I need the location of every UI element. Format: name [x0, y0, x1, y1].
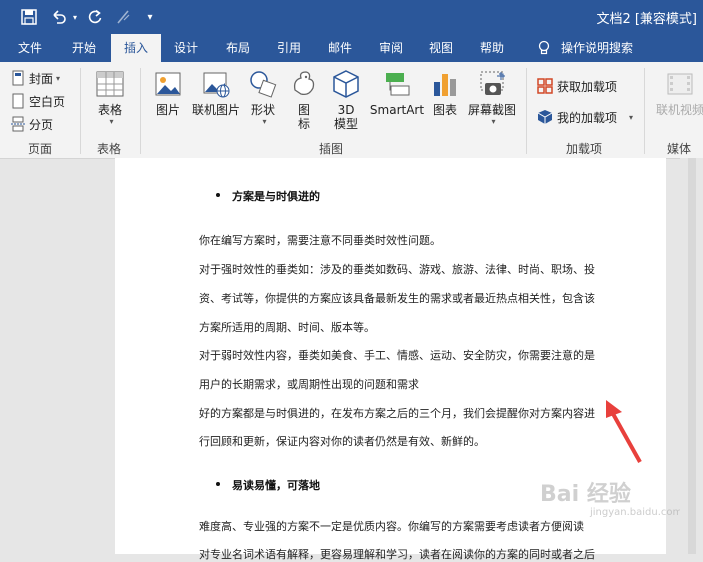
bullet-icon: [216, 193, 220, 197]
icons-icon: [293, 71, 315, 96]
picture-icon: [155, 72, 181, 96]
baidu-watermark: Bai 经验: [540, 482, 631, 507]
redo-icon[interactable]: [84, 7, 106, 27]
cover-page-button[interactable]: 封面 ▾: [10, 68, 60, 88]
group-label-pages: 页面: [28, 142, 53, 156]
undo-dropdown-icon[interactable]: ▾: [70, 7, 80, 27]
blank-page-button[interactable]: 空白页: [10, 91, 65, 111]
tab-home[interactable]: 开始: [62, 34, 106, 62]
title-bar: ▾ ▾ 文档2 [兼容模式]: [0, 0, 703, 34]
vertical-scrollbar[interactable]: [680, 158, 703, 554]
my-addins-icon: [537, 110, 553, 124]
tab-help[interactable]: 帮助: [470, 34, 514, 62]
tab-review[interactable]: 审阅: [369, 34, 413, 62]
lightbulb-icon[interactable]: [532, 34, 556, 62]
group-separator: [526, 68, 527, 154]
group-separator: [80, 68, 81, 154]
tab-view[interactable]: 视图: [419, 34, 463, 62]
red-arrow-annotation: [606, 400, 642, 463]
ribbon-tabs: 文件 开始 插入 设计 布局 引用 邮件 审阅 视图 帮助 操作说明搜索: [0, 34, 703, 62]
group-label-addins: 加载项: [566, 142, 603, 156]
cover-page-icon: [12, 70, 24, 86]
3d-models-button[interactable]: 3D 模型: [328, 68, 364, 131]
customize-icon[interactable]: ▾: [142, 7, 158, 27]
tab-mailings[interactable]: 邮件: [318, 34, 362, 62]
heading-1: 方案是与时俱进的: [232, 190, 320, 203]
chart-button[interactable]: 图表: [428, 68, 462, 117]
group-label-media: 媒体: [667, 142, 692, 156]
page-break-button[interactable]: 分页: [10, 114, 53, 134]
store-icon: [537, 78, 553, 94]
tab-insert[interactable]: 插入: [111, 34, 161, 62]
tab-layout[interactable]: 布局: [216, 34, 260, 62]
table-icon: [96, 71, 124, 97]
bullet-icon: [216, 482, 220, 486]
shapes-icon: [250, 71, 277, 98]
cube-icon: [333, 70, 359, 98]
online-picture-icon: [203, 72, 230, 98]
group-separator: [644, 68, 645, 154]
save-icon[interactable]: [18, 7, 40, 27]
window-title: 文档2 [兼容模式]: [596, 12, 697, 27]
scrollbar-track[interactable]: [688, 158, 696, 554]
watermark-url: jingyan.baidu.com: [590, 507, 683, 518]
page-break-icon: [11, 116, 25, 132]
blank-page-icon: [12, 93, 24, 109]
tab-file[interactable]: 文件: [8, 34, 52, 62]
paragraph-line: 你在编写方案时，需要注意不同垂类时效性问题。: [199, 234, 441, 247]
tab-design[interactable]: 设计: [164, 34, 208, 62]
group-separator: [140, 68, 141, 154]
online-picture-button[interactable]: 联机图片: [190, 68, 242, 117]
paragraph-line: 资、考试等，你提供的方案应该具备最新发生的需求或者最近热点相关性，包含该: [199, 292, 595, 305]
paragraph-line: 好的方案都是与时俱进的，在发布方案之后的三个月，我们会提醒你对方案内容进: [199, 407, 595, 420]
smartart-button[interactable]: SmartArt: [368, 68, 426, 117]
film-icon: [667, 73, 693, 95]
paragraph-line: 难度高、专业强的方案不一定是优质内容。你编写的方案需要考虑读者方便阅读: [199, 520, 584, 533]
shapes-button[interactable]: 形状 ▾: [244, 68, 282, 126]
screenshot-icon: [480, 71, 505, 95]
online-video-button[interactable]: 联机视频: [652, 68, 703, 117]
picture-button[interactable]: 图片: [150, 68, 186, 117]
tell-me-search[interactable]: 操作说明搜索: [556, 34, 638, 62]
tab-references[interactable]: 引用: [267, 34, 311, 62]
paragraph-line: 对于弱时效性内容，垂类如美食、手工、情感、运动、安全防灾，你需要注意的是: [199, 349, 595, 362]
table-button[interactable]: 表格 ▾: [90, 68, 130, 126]
chart-icon: [434, 74, 456, 96]
format-painter-icon[interactable]: [113, 7, 135, 27]
heading-2: 易读易懂，可落地: [232, 479, 320, 492]
screenshot-button[interactable]: 屏幕截图 ▾: [466, 68, 518, 126]
ribbon: 封面 ▾ 空白页 分页 页面 表格 ▾ 表格 图片 联机图片 形状 ▾ 图 标 3…: [0, 62, 703, 159]
my-addins-button[interactable]: 我的加载项 ▾: [537, 107, 633, 127]
undo-icon[interactable]: [48, 7, 70, 27]
paragraph-line: 用户的长期需求，或周期性出现的问题和需求: [199, 378, 419, 391]
paragraph-line: 行回顾和更新，保证内容对你的读者仍然是有效、新鲜的。: [199, 435, 485, 448]
group-label-tables: 表格: [97, 142, 122, 156]
group-label-illustrations: 插图: [319, 142, 344, 156]
smartart-icon: [386, 73, 410, 96]
paragraph-line: 对专业名词术语有解释，更容易理解和学习，读者在阅读你的方案的同时或者之后: [199, 548, 595, 561]
paragraph-line: 方案所适用的周期、时间、版本等。: [199, 321, 375, 334]
paragraph-line: 对于强时效性的垂类如：涉及的垂类如数码、游戏、旅游、法律、时尚、职场、投: [199, 263, 595, 276]
get-addins-button[interactable]: 获取加载项: [537, 76, 617, 96]
icons-button[interactable]: 图 标: [288, 68, 320, 131]
